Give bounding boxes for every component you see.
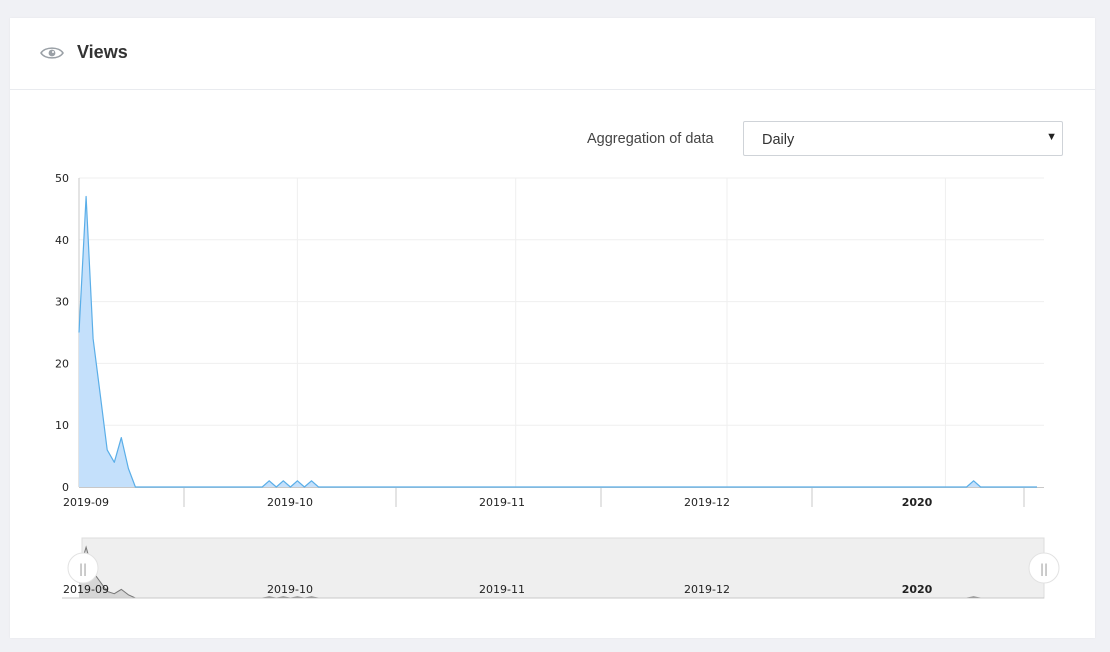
navigator-left-handle-grip-icon: || — [79, 562, 87, 576]
navigator-label: 2020 — [902, 583, 933, 596]
y-tick-label: 20 — [55, 357, 69, 370]
x-tick-label: 2020 — [902, 496, 933, 509]
y-tick-label: 0 — [62, 481, 69, 494]
x-tick-label: 2019-12 — [684, 496, 730, 509]
y-tick-label: 30 — [55, 296, 69, 309]
y-tick-label: 10 — [55, 419, 69, 432]
views-chart: 0 10 20 30 40 50 2019-09 2019-10 2019-11 2019-12 2… — [55, 172, 1060, 599]
navigator-selection[interactable] — [81, 537, 1045, 599]
navigator-right-handle-grip-icon: || — [1040, 562, 1048, 576]
x-tick-label: 2019-10 — [267, 496, 313, 509]
navigator-label: 2019-12 — [684, 583, 730, 596]
y-tick-label: 40 — [55, 234, 69, 247]
x-tick-label: 2019-09 — [63, 496, 109, 509]
navigator-label: 2019-11 — [479, 583, 525, 596]
navigator-label: 2019-10 — [267, 583, 313, 596]
x-tick-label: 2019-11 — [479, 496, 525, 509]
navigator-label: 2019-09 — [63, 583, 109, 596]
y-tick-label: 50 — [55, 172, 69, 185]
